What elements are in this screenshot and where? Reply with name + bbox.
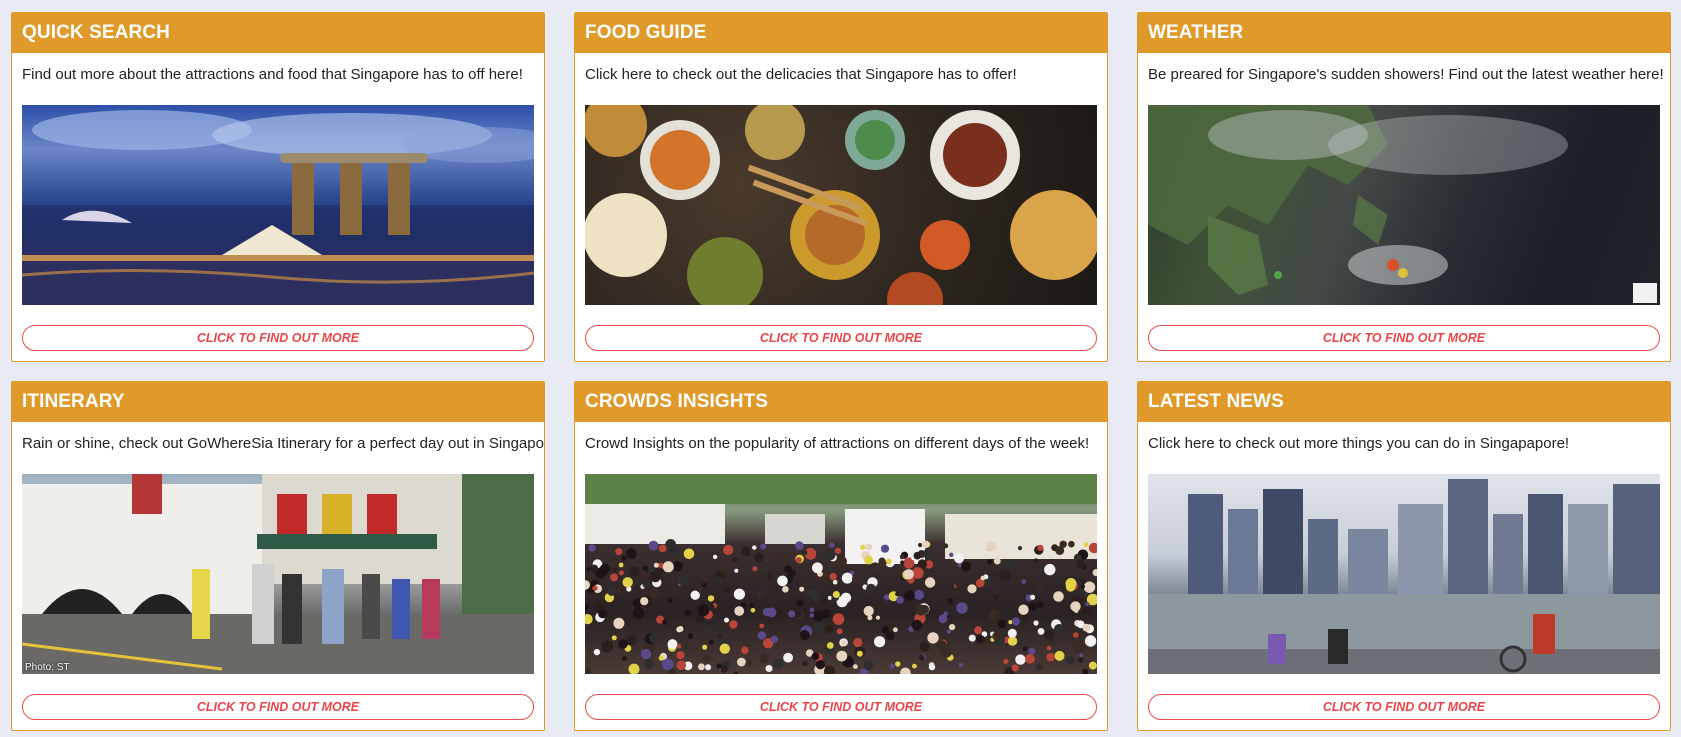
street-tourists-image[interactable]: Photo: ST	[22, 474, 534, 674]
card-header: QUICK SEARCH	[12, 13, 544, 53]
card-title: QUICK SEARCH	[22, 22, 170, 43]
card-description: Click here to check out more things you …	[1148, 435, 1570, 452]
find-out-more-button[interactable]: CLICK TO FIND OUT MORE	[22, 694, 534, 720]
card-header: WEATHER	[1138, 13, 1670, 53]
card-food-guide: FOOD GUIDE Click here to check out the d…	[574, 12, 1108, 362]
card-description: Rain or shine, check out GoWhereSia Itin…	[22, 435, 545, 452]
card-header: ITINERARY	[12, 382, 544, 422]
card-title: LATEST NEWS	[1148, 391, 1284, 412]
find-out-more-button[interactable]: CLICK TO FIND OUT MORE	[1148, 694, 1660, 720]
marina-bay-image[interactable]	[22, 105, 534, 305]
card-description: Be preared for Singapore's sudden shower…	[1148, 66, 1664, 83]
card-description: Crowd Insights on the popularity of attr…	[585, 435, 1090, 452]
card-header: LATEST NEWS	[1138, 382, 1670, 422]
card-title: WEATHER	[1148, 22, 1244, 43]
satellite-map-image[interactable]	[1148, 105, 1660, 305]
card-itinerary: ITINERARY Rain or shine, check out GoWhe…	[11, 381, 545, 731]
find-out-more-button[interactable]: CLICK TO FIND OUT MORE	[585, 694, 1097, 720]
card-weather: WEATHER Be preared for Singapore's sudde…	[1137, 12, 1671, 362]
card-title: ITINERARY	[22, 391, 125, 412]
card-grid: QUICK SEARCH Find out more about the att…	[11, 12, 1671, 731]
card-header: CROWDS INSIGHTS	[575, 382, 1107, 422]
card-description: Click here to check out the delicacies t…	[585, 66, 1017, 83]
card-crowds-insights: CROWDS INSIGHTS Crowd Insights on the po…	[574, 381, 1108, 731]
card-quick-search: QUICK SEARCH Find out more about the att…	[11, 12, 545, 362]
find-out-more-button[interactable]: CLICK TO FIND OUT MORE	[22, 325, 534, 351]
photo-credit: Photo: ST	[25, 662, 70, 673]
food-spread-image[interactable]	[585, 105, 1097, 305]
find-out-more-button[interactable]: CLICK TO FIND OUT MORE	[1148, 325, 1660, 351]
card-latest-news: LATEST NEWS Click here to check out more…	[1137, 381, 1671, 731]
find-out-more-button[interactable]: CLICK TO FIND OUT MORE	[585, 325, 1097, 351]
skyline-image[interactable]	[1148, 474, 1660, 674]
card-title: CROWDS INSIGHTS	[585, 391, 769, 412]
card-header: FOOD GUIDE	[575, 13, 1107, 53]
card-description: Find out more about the attractions and …	[22, 66, 523, 83]
card-title: FOOD GUIDE	[585, 22, 707, 43]
crowd-image[interactable]	[585, 474, 1097, 674]
